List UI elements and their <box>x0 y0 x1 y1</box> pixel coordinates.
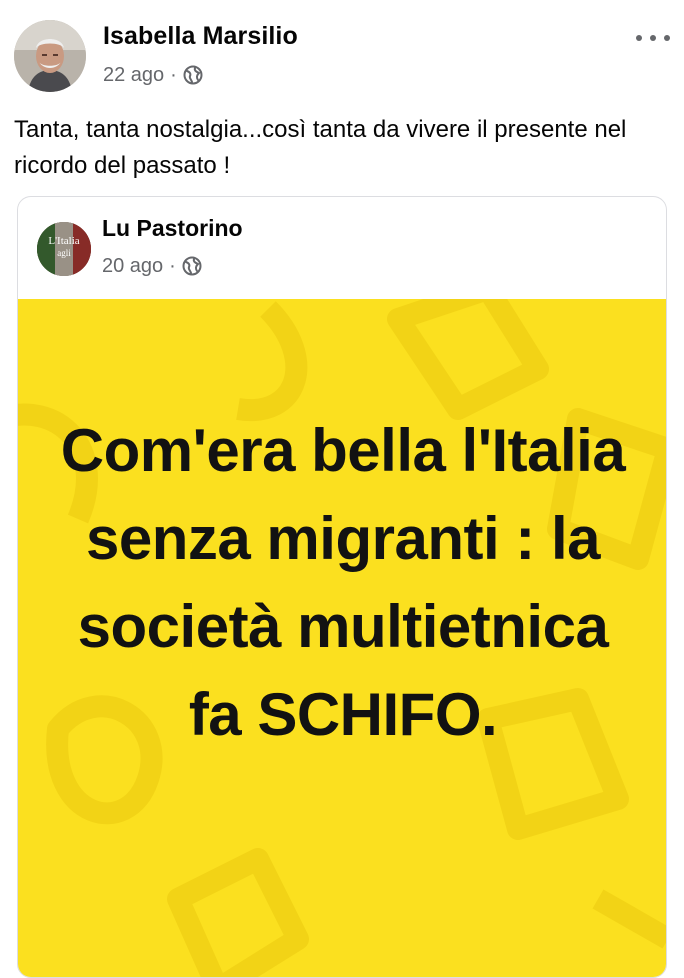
author-avatar[interactable] <box>14 20 86 92</box>
globe-icon <box>183 65 203 85</box>
shared-post[interactable]: L'Italia agli Lu Pastorino 20 ago · Com'… <box>17 196 667 978</box>
avatar-logo-text: L'Italia <box>48 235 79 247</box>
globe-icon <box>182 256 202 276</box>
post-meta: 22 ago · <box>103 62 203 88</box>
poster-slogan: Com'era bella l'Italia senza migranti : … <box>60 417 626 748</box>
shared-author-avatar[interactable]: L'Italia agli <box>37 222 91 276</box>
shared-post-time[interactable]: 20 ago <box>102 255 163 278</box>
post-text: Tanta, tanta nostalgia...così tanta da v… <box>14 116 627 179</box>
more-options-icon[interactable] <box>636 28 670 48</box>
avatar-logo-text-2: agli <box>57 248 71 258</box>
shared-author-name[interactable]: Lu Pastorino <box>102 215 243 242</box>
post-time[interactable]: 22 ago <box>103 64 164 87</box>
meta-separator: · <box>170 63 177 86</box>
author-name[interactable]: Isabella Marsilio <box>103 22 298 51</box>
shared-post-meta: 20 ago · <box>102 253 202 279</box>
shared-meta-separator: · <box>169 254 176 277</box>
post-header: Isabella Marsilio 22 ago · <box>0 0 684 100</box>
shared-post-image[interactable]: Com'era bella l'Italia senza migranti : … <box>18 299 666 977</box>
